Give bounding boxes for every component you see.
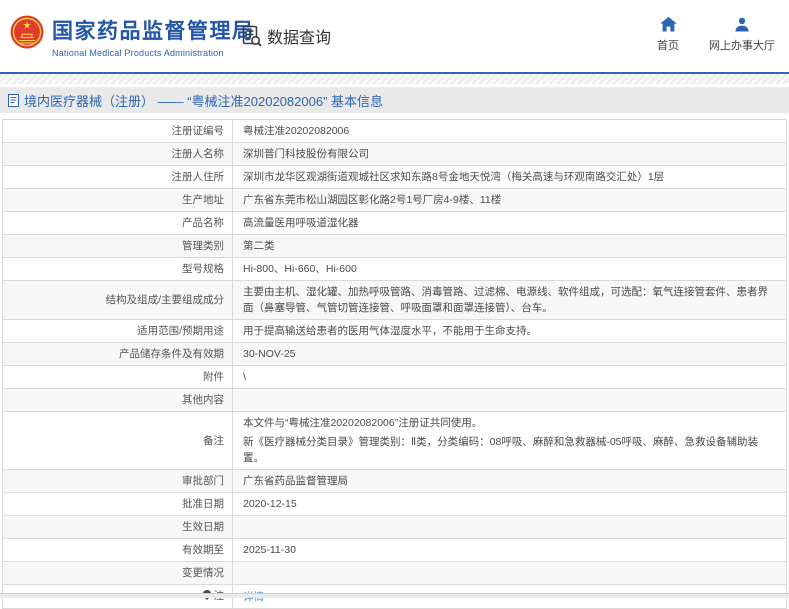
row-value: 30-NOV-25 bbox=[233, 343, 787, 366]
table-row: 其他内容 bbox=[3, 389, 787, 412]
row-value: 主要由主机、湿化罐、加热呼吸管路、消毒管路、过滤棉、电源线、软件组成，可选配：氧… bbox=[233, 281, 787, 320]
site-header: ★ 国家药品监督管理局 National Medical Products Ad… bbox=[0, 0, 789, 72]
info-table-body: 注册证编号粤械注准20202082006注册人名称深圳普门科技股份有限公司注册人… bbox=[3, 120, 787, 609]
document-icon bbox=[8, 94, 19, 107]
svg-text:★: ★ bbox=[23, 21, 32, 32]
home-icon bbox=[660, 17, 677, 32]
row-label-text: 批准日期 bbox=[182, 498, 224, 510]
row-label-text: 管理类别 bbox=[182, 240, 224, 252]
table-row: 附件 \ bbox=[3, 366, 787, 389]
row-value: \ bbox=[233, 366, 787, 389]
data-query-section[interactable]: 数据查询 bbox=[242, 24, 331, 48]
row-value: Hi-800、Hi-660、Hi-600 bbox=[233, 258, 787, 281]
header-texture-band bbox=[0, 74, 789, 84]
row-label: 注册人住所 bbox=[3, 166, 233, 189]
row-label: 审批部门 bbox=[3, 470, 233, 493]
nav-service-hall-label: 网上办事大厅 bbox=[709, 37, 775, 53]
table-row: 适用范围/预期用途用于提高输送给患者的医用气体湿度水平，不能用于生命支持。 bbox=[3, 320, 787, 343]
row-value: 广东省药品监督管理局 bbox=[233, 470, 787, 493]
row-value: 深圳市龙华区观湖街道观城社区求知东路8号金地天悦湾（梅关高速与环观南路交汇处）1… bbox=[233, 166, 787, 189]
row-label: 注册证编号 bbox=[3, 120, 233, 143]
row-value-line: 本文件与“粤械注准20202082006”注册证共同使用。 bbox=[243, 415, 776, 431]
data-query-label: 数据查询 bbox=[267, 24, 331, 48]
national-emblem-logo: ★ bbox=[10, 14, 44, 52]
row-label-text: 注册人名称 bbox=[172, 148, 225, 160]
page-title: 境内医疗器械（注册） —— “粤械注准20202082006” 基本信息 bbox=[24, 91, 383, 110]
row-label: 有效期至 bbox=[3, 539, 233, 562]
row-value: 2020-12-15 bbox=[233, 493, 787, 516]
row-label-text: 备注 bbox=[203, 435, 224, 447]
header-nav: 首页 网上办事大厅 bbox=[657, 17, 775, 53]
row-label-text: 生产地址 bbox=[182, 194, 224, 206]
info-table: 注册证编号粤械注准20202082006注册人名称深圳普门科技股份有限公司注册人… bbox=[2, 119, 787, 609]
table-row: 注册人住所深圳市龙华区观湖街道观城社区求知东路8号金地天悦湾（梅关高速与环观南路… bbox=[3, 166, 787, 189]
row-label-text: 产品储存条件及有效期 bbox=[119, 348, 224, 360]
row-label: 产品储存条件及有效期 bbox=[3, 343, 233, 366]
document-search-icon bbox=[242, 25, 262, 47]
row-label: 适用范围/预期用途 bbox=[3, 320, 233, 343]
row-value: 广东省东莞市松山湖园区彰化路2号1号厂房4-9楼、11楼 bbox=[233, 189, 787, 212]
row-label: 批准日期 bbox=[3, 493, 233, 516]
row-value bbox=[233, 562, 787, 585]
nav-home-label: 首页 bbox=[657, 37, 679, 53]
row-label-text: 生效日期 bbox=[182, 521, 224, 533]
table-row: 生效日期 bbox=[3, 516, 787, 539]
table-row: 备注本文件与“粤械注准20202082006”注册证共同使用。新《医疗器械分类目… bbox=[3, 412, 787, 470]
row-value: 粤械注准20202082006 bbox=[233, 120, 787, 143]
table-row: 批准日期 2020-12-15 bbox=[3, 493, 787, 516]
table-row: 变更情况 bbox=[3, 562, 787, 585]
table-row: 有效期至 2025-11-30 bbox=[3, 539, 787, 562]
table-row: 型号规格 Hi-800、Hi-660、Hi-600 bbox=[3, 258, 787, 281]
org-name-en: National Medical Products Administration bbox=[52, 48, 255, 58]
row-label-text: 注册证编号 bbox=[172, 125, 225, 137]
table-row: 结构及组成/主要组成成分主要由主机、湿化罐、加热呼吸管路、消毒管路、过滤棉、电源… bbox=[3, 281, 787, 320]
row-label: 注册人名称 bbox=[3, 143, 233, 166]
nav-home[interactable]: 首页 bbox=[657, 17, 679, 53]
row-label: 产品名称 bbox=[3, 212, 233, 235]
row-label-text: 审批部门 bbox=[182, 475, 224, 487]
row-value bbox=[233, 389, 787, 412]
table-row: 审批部门广东省药品监督管理局 bbox=[3, 470, 787, 493]
org-name-cn: 国家药品监督管理局 bbox=[52, 15, 255, 45]
row-value: 2025-11-30 bbox=[233, 539, 787, 562]
row-label-text: 产品名称 bbox=[182, 217, 224, 229]
page-title-bar: 境内医疗器械（注册） —— “粤械注准20202082006” 基本信息 bbox=[0, 87, 789, 113]
table-row: 生产地址广东省东莞市松山湖园区彰化路2号1号厂房4-9楼、11楼 bbox=[3, 189, 787, 212]
table-row: 注册证编号粤械注准20202082006 bbox=[3, 120, 787, 143]
row-value-line: 新《医疗器械分类目录》管理类别：Ⅱ类，分类编码：08呼吸、麻醉和急救器械-05呼… bbox=[243, 434, 776, 466]
person-icon bbox=[734, 17, 750, 32]
nav-service-hall[interactable]: 网上办事大厅 bbox=[709, 17, 775, 53]
row-label-text: 其他内容 bbox=[182, 394, 224, 406]
row-label: 变更情况 bbox=[3, 562, 233, 585]
row-label: 结构及组成/主要组成成分 bbox=[3, 281, 233, 320]
row-value: 用于提高输送给患者的医用气体湿度水平，不能用于生命支持。 bbox=[233, 320, 787, 343]
row-label-text: 型号规格 bbox=[182, 263, 224, 275]
row-label-text: 附件 bbox=[203, 371, 224, 383]
table-row: 管理类别第二类 bbox=[3, 235, 787, 258]
row-label: 生产地址 bbox=[3, 189, 233, 212]
row-label: 管理类别 bbox=[3, 235, 233, 258]
table-row: 注册人名称深圳普门科技股份有限公司 bbox=[3, 143, 787, 166]
row-value: 深圳普门科技股份有限公司 bbox=[233, 143, 787, 166]
row-value: 高流量医用呼吸道湿化器 bbox=[233, 212, 787, 235]
row-label: 附件 bbox=[3, 366, 233, 389]
table-row: 产品储存条件及有效期 30-NOV-25 bbox=[3, 343, 787, 366]
row-label-text: 有效期至 bbox=[182, 544, 224, 556]
org-title-block: 国家药品监督管理局 National Medical Products Admi… bbox=[52, 15, 255, 58]
page-footer-bar bbox=[0, 593, 789, 598]
row-label-text: 注册人住所 bbox=[172, 171, 225, 183]
row-label-text: 变更情况 bbox=[182, 567, 224, 579]
row-label-text: 适用范围/预期用途 bbox=[137, 325, 224, 337]
row-label: 型号规格 bbox=[3, 258, 233, 281]
row-label-text: 结构及组成/主要组成成分 bbox=[106, 294, 224, 306]
table-row: 产品名称高流量医用呼吸道湿化器 bbox=[3, 212, 787, 235]
row-label: 生效日期 bbox=[3, 516, 233, 539]
row-label: 其他内容 bbox=[3, 389, 233, 412]
row-value: 第二类 bbox=[233, 235, 787, 258]
row-label: 备注 bbox=[3, 412, 233, 470]
row-value: 本文件与“粤械注准20202082006”注册证共同使用。新《医疗器械分类目录》… bbox=[233, 412, 787, 470]
row-value bbox=[233, 516, 787, 539]
